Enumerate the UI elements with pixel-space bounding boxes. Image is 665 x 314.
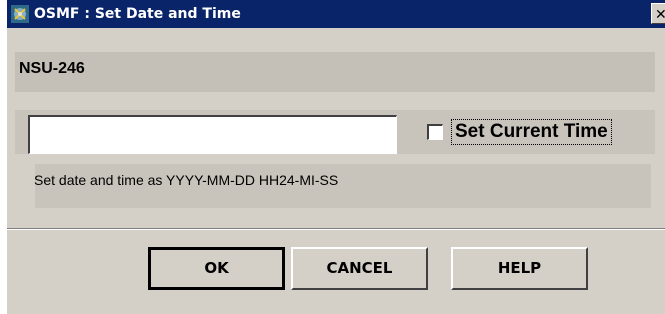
close-icon: ✕ xyxy=(655,6,665,22)
help-button[interactable]: HELP xyxy=(451,247,588,290)
separator-highlight xyxy=(7,229,665,230)
title-bar[interactable]: OSMF : Set Date and Time ✕ xyxy=(7,0,665,28)
window-title: OSMF : Set Date and Time xyxy=(34,6,241,22)
format-hint: Set date and time as YYYY-MM-DD HH24-MI-… xyxy=(34,172,339,188)
close-button[interactable]: ✕ xyxy=(651,3,665,24)
cancel-button[interactable]: CANCEL xyxy=(291,247,428,290)
set-current-time-label[interactable]: Set Current Time xyxy=(451,119,612,145)
set-current-time-checkbox[interactable] xyxy=(427,124,443,140)
osmf-app-icon xyxy=(11,5,29,23)
node-header-band xyxy=(15,52,655,92)
node-name: NSU-246 xyxy=(19,60,85,77)
set-date-time-dialog: OSMF : Set Date and Time ✕ NSU-246 Set C… xyxy=(7,0,665,314)
ok-button[interactable]: OK xyxy=(148,247,285,290)
datetime-input[interactable] xyxy=(28,115,397,154)
